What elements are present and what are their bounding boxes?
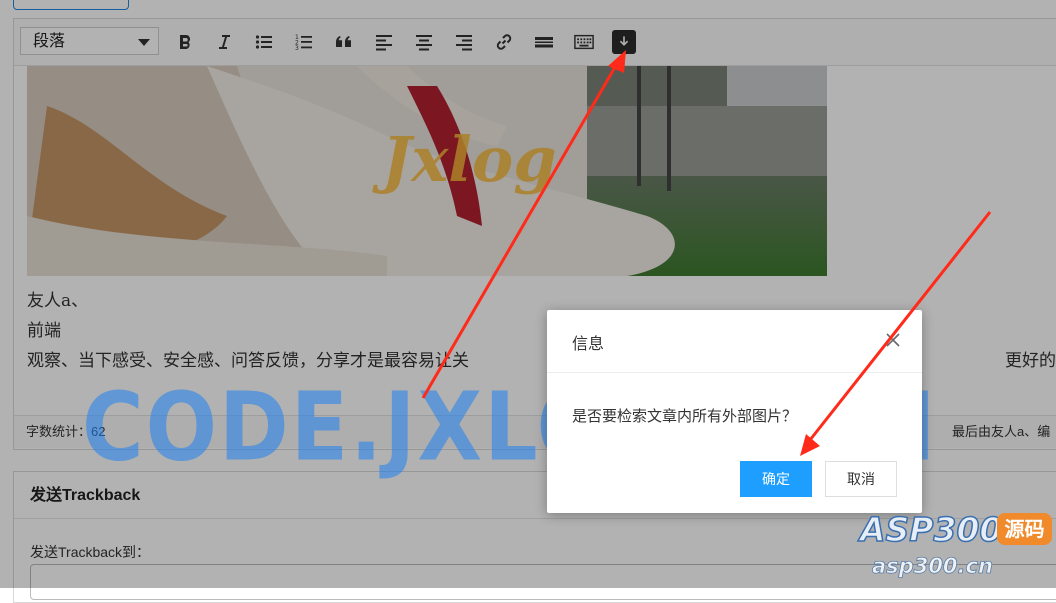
confirm-dialog: 信息 是否要检索文章内所有外部图片？ 确定 取消 — [547, 310, 922, 513]
dialog-title: 信息 — [572, 336, 605, 353]
asp300-url: asp300.cn — [872, 554, 994, 579]
confirm-button[interactable]: 确定 — [740, 461, 812, 497]
asp300-logo: ASP300 — [859, 509, 1003, 550]
asp300-badge: 源码 — [997, 513, 1052, 545]
dialog-message: 是否要检索文章内所有外部图片？ — [572, 408, 798, 425]
cancel-button[interactable]: 取消 — [825, 461, 897, 497]
dialog-divider — [547, 372, 922, 373]
close-button[interactable] — [883, 330, 903, 350]
close-icon — [886, 333, 900, 347]
